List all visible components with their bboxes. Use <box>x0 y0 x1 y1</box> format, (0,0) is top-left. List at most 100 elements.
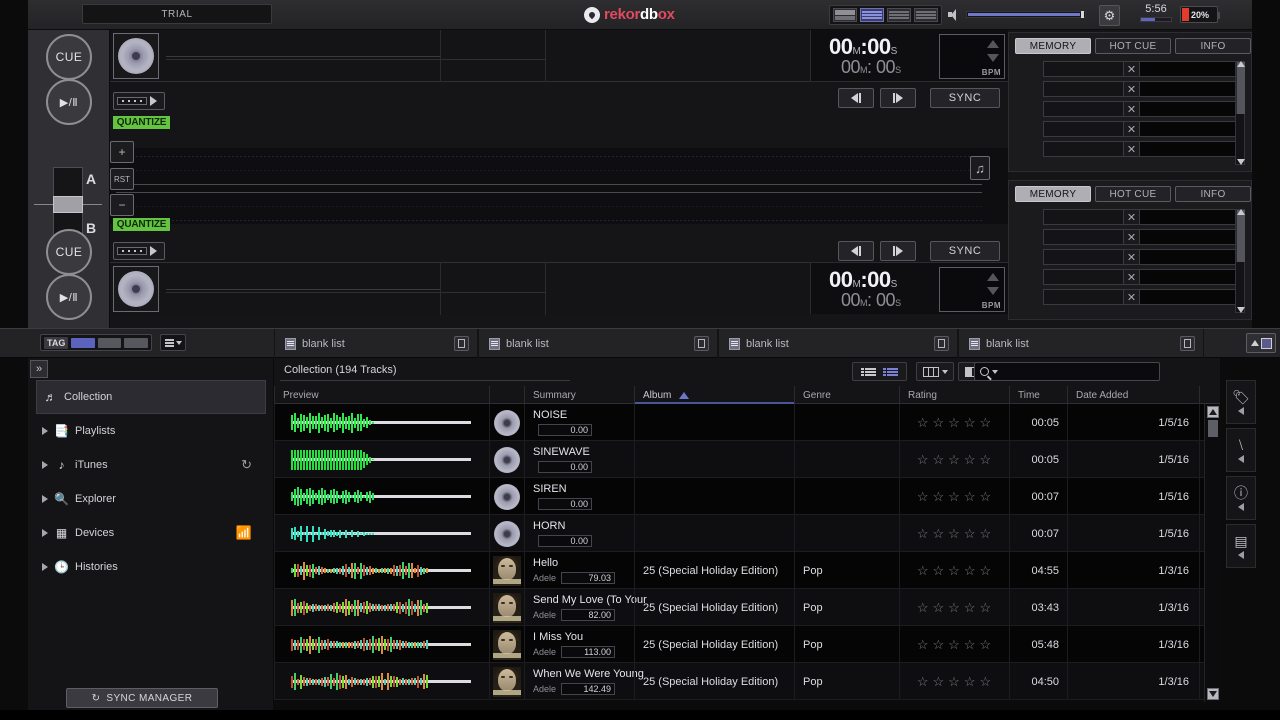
chevron-right-icon[interactable] <box>42 563 48 571</box>
sidebar-expand-button[interactable]: » <box>30 360 48 378</box>
table-row[interactable]: When We Were Young Adele 142.49 25 (Special… <box>274 663 1220 700</box>
cell-preview[interactable] <box>274 404 489 441</box>
rating-star[interactable]: ☆ <box>948 415 961 431</box>
table-row[interactable]: Send My Love (To Your Adele 82.00 25 (Speci… <box>274 589 1220 626</box>
sync-manager-button[interactable]: ↻ SYNC MANAGER <box>66 688 218 708</box>
rating-star[interactable]: ☆ <box>933 452 946 468</box>
chevron-right-icon[interactable] <box>42 461 48 469</box>
related-panel-button[interactable]: ⧵ <box>1226 428 1256 472</box>
search-box[interactable] <box>974 362 1160 381</box>
rating-star[interactable]: ☆ <box>917 415 930 431</box>
rating-star[interactable]: ☆ <box>979 637 992 653</box>
deck-b-quantize-badge[interactable]: QUANTIZE <box>113 218 170 231</box>
cell-rating[interactable]: ☆ ☆ ☆ ☆ ☆ <box>899 404 1009 441</box>
search-input[interactable] <box>1001 365 1151 378</box>
sidebar-item-itunes[interactable]: ♪ iTunes ↻ <box>36 448 266 482</box>
layout-button-4[interactable] <box>914 8 938 22</box>
layout-button-1[interactable] <box>833 8 857 22</box>
rating-star[interactable]: ☆ <box>964 674 977 690</box>
cell-rating[interactable]: ☆ ☆ ☆ ☆ ☆ <box>899 589 1009 626</box>
playlist-tab-menu-button[interactable] <box>1180 336 1195 351</box>
rating-star[interactable]: ☆ <box>917 637 930 653</box>
rating-star[interactable]: ☆ <box>917 489 930 505</box>
rating-star[interactable]: ☆ <box>917 563 930 579</box>
waveform-preview[interactable] <box>283 521 478 547</box>
cell-preview[interactable] <box>274 552 489 589</box>
cue-button-deck-b[interactable]: CUE <box>46 229 92 275</box>
cell-preview[interactable] <box>274 441 489 478</box>
info-panel-button[interactable]: ⓘ <box>1226 476 1256 520</box>
table-row[interactable]: SINEWAVE 0.00 ☆ ☆ ☆ ☆ ☆ 00:05 1/5/16 <box>274 441 1220 478</box>
cue-delete-icon[interactable]: ✕ <box>1124 102 1140 116</box>
deck-a-jog-wheel[interactable] <box>113 33 159 79</box>
rating-star[interactable]: ☆ <box>979 600 992 616</box>
cell-preview[interactable] <box>274 626 489 663</box>
rating-star[interactable]: ☆ <box>948 452 961 468</box>
rating-star[interactable]: ☆ <box>979 563 992 579</box>
waveform-preview[interactable] <box>283 410 478 436</box>
deck-b-tempo-range-button[interactable] <box>113 242 165 260</box>
rating-star[interactable]: ☆ <box>948 526 961 542</box>
waveform-display[interactable]: ♫ <box>110 148 1008 224</box>
rating-star[interactable]: ☆ <box>933 600 946 616</box>
detail-view-icon[interactable] <box>883 367 899 376</box>
column-header-date[interactable]: Date Added <box>1067 386 1199 404</box>
deck-a-bpm-box[interactable]: BPM <box>939 34 1005 79</box>
table-row[interactable]: NOISE 0.00 ☆ ☆ ☆ ☆ ☆ 00:05 1/5/16 <box>274 404 1220 441</box>
table-row[interactable]: SIREN 0.00 ☆ ☆ ☆ ☆ ☆ 00:07 1/5/16 <box>274 478 1220 515</box>
playlist-tab-2[interactable]: blank list <box>478 329 718 358</box>
deck-b-jog-wheel[interactable] <box>113 266 159 312</box>
rating-star[interactable]: ☆ <box>964 489 977 505</box>
rating-star[interactable]: ☆ <box>964 563 977 579</box>
waveform-preview[interactable] <box>283 595 478 621</box>
cue-button-deck-a[interactable]: CUE <box>46 34 92 80</box>
rating-star[interactable]: ☆ <box>964 526 977 542</box>
table-row[interactable]: Hello Adele 79.03 25 (Special Holiday Editi… <box>274 552 1220 589</box>
rating-star[interactable]: ☆ <box>933 526 946 542</box>
rating-star[interactable]: ☆ <box>979 415 992 431</box>
column-header-genre[interactable]: Genre <box>794 386 899 404</box>
rating-star[interactable]: ☆ <box>948 489 961 505</box>
deck-b-sync-button[interactable]: SYNC <box>930 241 1000 261</box>
browser-panel-button[interactable]: ▤ <box>1226 524 1256 568</box>
rating-star[interactable]: ☆ <box>917 452 930 468</box>
cue-delete-icon[interactable]: ✕ <box>1124 82 1140 96</box>
rating-star[interactable]: ☆ <box>917 600 930 616</box>
column-header-summary[interactable]: Summary <box>524 386 634 404</box>
layout-button-2[interactable] <box>860 8 884 22</box>
cue-delete-icon[interactable]: ✕ <box>1124 122 1140 136</box>
playlist-tab-3[interactable]: blank list <box>718 329 958 358</box>
table-row[interactable]: I Miss You Adele 113.00 25 (Special Holiday… <box>274 626 1220 663</box>
column-header-preview[interactable]: Preview <box>274 386 489 404</box>
waveform-preview[interactable] <box>283 632 478 658</box>
chevron-right-icon[interactable] <box>42 529 48 537</box>
rating-star[interactable]: ☆ <box>933 637 946 653</box>
rating-star[interactable]: ☆ <box>948 674 961 690</box>
cell-rating[interactable]: ☆ ☆ ☆ ☆ ☆ <box>899 515 1009 552</box>
cue-delete-icon[interactable]: ✕ <box>1124 142 1140 156</box>
rating-star[interactable]: ☆ <box>979 674 992 690</box>
cell-preview[interactable] <box>274 589 489 626</box>
tag-swatch-1[interactable] <box>71 337 95 348</box>
deck-b-bpm-box[interactable]: BPM <box>939 267 1005 312</box>
volume-slider[interactable] <box>966 11 1086 18</box>
playlist-tab-menu-button[interactable] <box>694 336 709 351</box>
tag-filter[interactable]: TAG <box>40 334 152 351</box>
tag-swatch-3[interactable] <box>124 337 148 348</box>
bpm-down-icon[interactable] <box>987 54 999 62</box>
master-volume[interactable] <box>948 8 1086 21</box>
waveform-preview[interactable] <box>283 447 478 473</box>
scroll-down-button[interactable] <box>1207 688 1219 700</box>
column-header-rating[interactable]: Rating <box>899 386 1009 404</box>
deck-a-prev-beat-button[interactable] <box>838 88 874 108</box>
play-pause-button-deck-a[interactable]: ▶/Ⅱ <box>46 79 92 125</box>
cell-rating[interactable]: ☆ ☆ ☆ ☆ ☆ <box>899 663 1009 700</box>
column-header-artwork[interactable] <box>489 386 524 404</box>
rating-star[interactable]: ☆ <box>948 637 961 653</box>
browser-layout-toggle-button[interactable] <box>1246 333 1276 353</box>
waveform-preview[interactable] <box>283 484 478 510</box>
layout-button-3[interactable] <box>887 8 911 22</box>
rating-star[interactable]: ☆ <box>964 452 977 468</box>
cell-preview[interactable] <box>274 515 489 552</box>
cue-delete-icon[interactable]: ✕ <box>1124 62 1140 76</box>
